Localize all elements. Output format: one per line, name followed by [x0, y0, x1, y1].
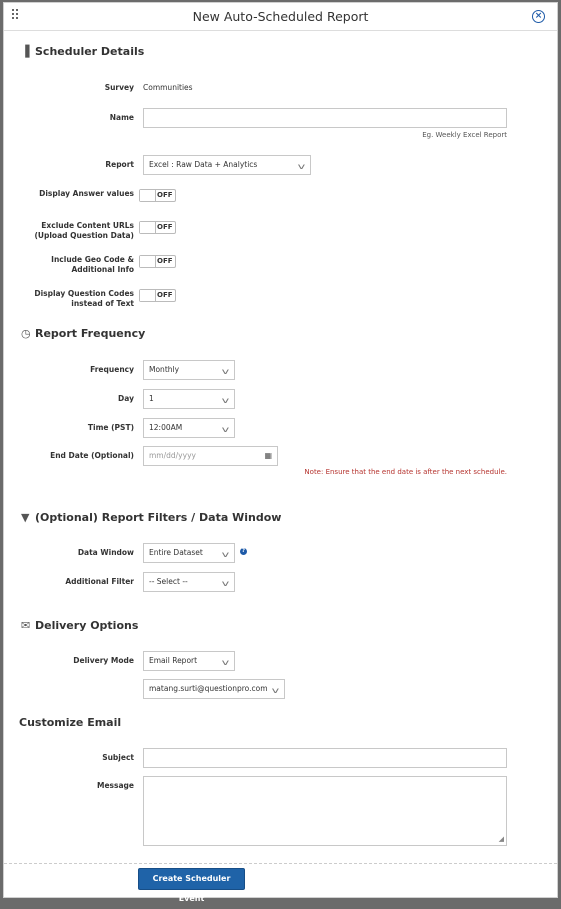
- report-label: Report: [105, 160, 134, 169]
- subject-label: Subject: [102, 753, 134, 762]
- data-window-select-value: Entire Dataset: [149, 548, 203, 557]
- report-select[interactable]: Excel : Raw Data + Analytics v: [143, 155, 311, 175]
- subject-input[interactable]: [143, 748, 507, 768]
- recipient-email-select[interactable]: matang.surti@questionpro.com v: [143, 679, 285, 699]
- delivery-mode-select-value: Email Report: [149, 656, 198, 665]
- additional-filter-select-value: -- Select --: [149, 577, 188, 586]
- survey-value: Communities: [143, 83, 193, 92]
- chevron-down-icon: v: [221, 425, 230, 434]
- question-codes-toggle[interactable]: OFF: [139, 289, 176, 302]
- toggle-state: OFF: [157, 191, 173, 199]
- toggle-state: OFF: [157, 223, 173, 231]
- modal-title: New Auto-Scheduled Report: [192, 9, 369, 24]
- footer-divider: [4, 863, 557, 864]
- chevron-down-icon: v: [221, 367, 230, 376]
- geo-code-toggle[interactable]: OFF: [139, 255, 176, 268]
- report-filters-heading: ▼ (Optional) Report Filters / Data Window: [21, 511, 281, 524]
- scheduler-details-title: Scheduler Details: [35, 45, 145, 58]
- name-hint: Eg. Weekly Excel Report: [422, 131, 507, 139]
- frequency-select[interactable]: Monthly v: [143, 360, 235, 380]
- chevron-down-icon: v: [221, 658, 230, 667]
- delivery-mode-label: Delivery Mode: [73, 656, 134, 665]
- time-label: Time (PST): [87, 423, 134, 432]
- envelope-icon: ✉: [21, 619, 31, 632]
- name-label: Name: [109, 113, 134, 122]
- frequency-select-value: Monthly: [149, 365, 180, 374]
- delivery-options-heading: ✉ Delivery Options: [21, 619, 138, 632]
- delivery-options-title: Delivery Options: [35, 619, 139, 632]
- message-textarea[interactable]: ◢: [143, 776, 507, 846]
- calendar-icon[interactable]: ▦: [264, 447, 272, 465]
- additional-filter-label: Additional Filter: [65, 577, 134, 586]
- scheduler-details-heading: ▐ Scheduler Details: [21, 45, 144, 58]
- end-date-note: Note: Ensure that the end date is after …: [304, 468, 507, 476]
- chevron-down-icon: v: [221, 396, 230, 405]
- toggle-knob: [140, 256, 156, 267]
- toggle-knob: [140, 190, 156, 201]
- recipient-email-value: matang.surti@questionpro.com: [149, 684, 268, 693]
- data-window-label: Data Window: [77, 548, 134, 557]
- help-icon[interactable]: ?: [240, 548, 247, 555]
- delivery-mode-select[interactable]: Email Report v: [143, 651, 235, 671]
- end-date-placeholder: mm/dd/yyyy: [149, 451, 196, 460]
- exclude-urls-label: Exclude Content URLs (Upload Question Da…: [34, 221, 134, 240]
- display-answer-toggle[interactable]: OFF: [139, 189, 176, 202]
- day-select-value: 1: [149, 394, 154, 403]
- customize-email-heading: Customize Email: [19, 716, 122, 729]
- message-label: Message: [97, 781, 134, 790]
- chevron-down-icon: v: [271, 686, 280, 695]
- create-scheduler-event-button[interactable]: Create Scheduler Event: [138, 868, 245, 903]
- toggle-state: OFF: [157, 291, 173, 299]
- chevron-down-icon: v: [221, 579, 230, 588]
- chevron-down-icon: v: [297, 162, 306, 171]
- time-select[interactable]: 12:00AM v: [143, 418, 235, 438]
- day-select[interactable]: 1v: [143, 389, 235, 409]
- time-select-value: 12:00AM: [149, 423, 183, 432]
- report-filters-title: (Optional) Report Filters / Data Window: [35, 511, 282, 524]
- resize-grip-icon[interactable]: ◢: [499, 835, 504, 843]
- geo-code-label: Include Geo Code & Additional Info: [51, 255, 134, 274]
- name-input[interactable]: [143, 108, 507, 128]
- end-date-label: End Date (Optional): [50, 451, 134, 460]
- document-icon: ▐: [21, 45, 30, 58]
- data-window-select[interactable]: Entire Dataset v: [143, 543, 235, 563]
- toggle-knob: [140, 222, 156, 233]
- exclude-urls-toggle[interactable]: OFF: [139, 221, 176, 234]
- frequency-label: Frequency: [90, 365, 134, 374]
- filter-icon: ▼: [21, 511, 30, 524]
- modal-header: New Auto-Scheduled Report ×: [4, 3, 557, 31]
- clock-icon: ◷: [21, 327, 31, 340]
- chevron-down-icon: v: [221, 550, 230, 559]
- question-codes-label: Display Question Codes instead of Text: [34, 289, 134, 308]
- display-answer-label: Display Answer values: [39, 189, 134, 198]
- end-date-input[interactable]: mm/dd/yyyy ▦: [143, 446, 278, 466]
- additional-filter-select[interactable]: -- Select -- v: [143, 572, 235, 592]
- day-label: Day: [118, 394, 134, 403]
- report-select-value: Excel : Raw Data + Analytics: [149, 160, 258, 169]
- survey-label: Survey: [104, 83, 134, 92]
- report-frequency-title: Report Frequency: [35, 327, 146, 340]
- auto-scheduled-report-modal: New Auto-Scheduled Report × ▐ Scheduler D…: [3, 2, 558, 903]
- toggle-knob: [140, 290, 156, 301]
- close-icon[interactable]: ×: [532, 10, 545, 23]
- toggle-state: OFF: [157, 257, 173, 265]
- report-frequency-heading: ◷ Report Frequency: [21, 327, 145, 340]
